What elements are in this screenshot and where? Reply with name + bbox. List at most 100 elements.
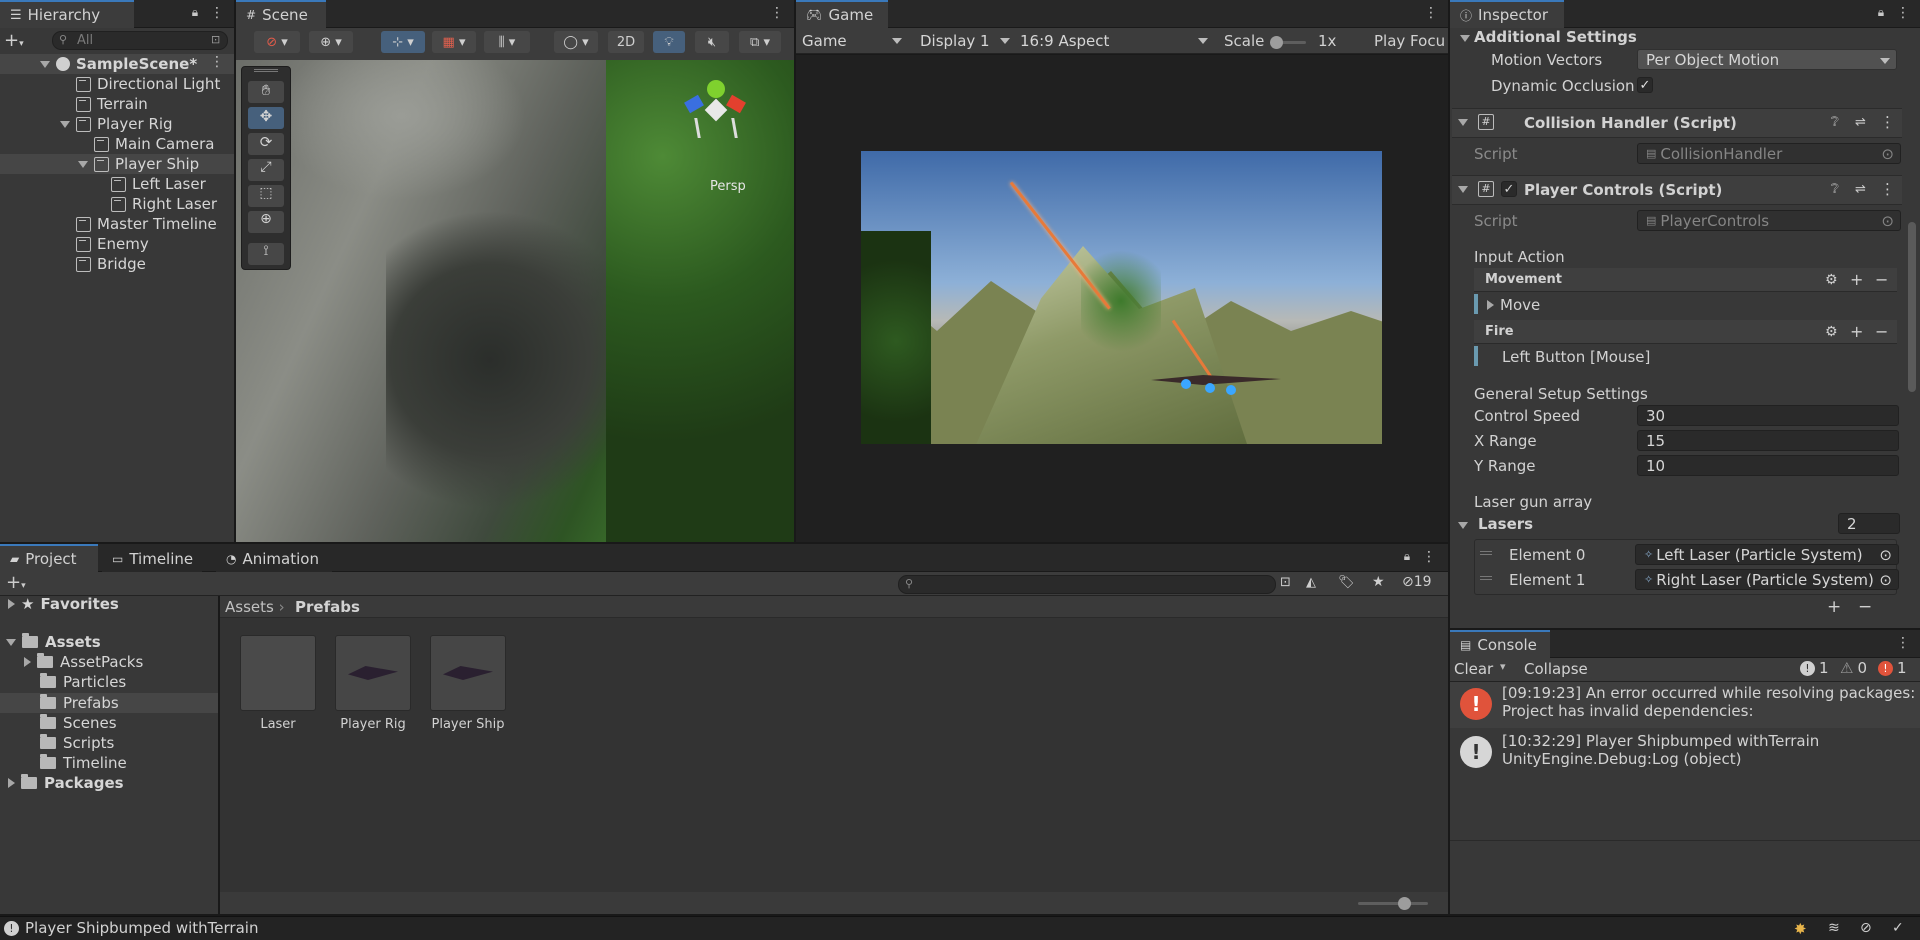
prefab-player-ship[interactable]: Player Ship	[429, 635, 507, 732]
debug-icon[interactable]: ⊘	[1860, 920, 1872, 936]
expand-icon[interactable]	[1458, 186, 1468, 193]
folder-prefabs[interactable]: Prefabs	[40, 693, 119, 713]
hierarchy-item-bridge[interactable]: Bridge	[76, 254, 146, 274]
scale-slider[interactable]	[1270, 36, 1306, 49]
folder-assetpacks[interactable]: AssetPacks	[24, 652, 143, 672]
rotate-tool-icon[interactable]: ⟳	[248, 133, 284, 155]
pivot-button[interactable]: ⊹ ▾	[381, 31, 425, 53]
move-binding[interactable]: Move	[1487, 296, 1540, 314]
search-scope-icon[interactable]: ⊡	[1280, 575, 1291, 590]
assets-folder[interactable]: Assets	[6, 632, 101, 652]
transform-tool-icon[interactable]: ⊕	[248, 211, 284, 233]
expand-icon[interactable]	[8, 599, 15, 609]
log-count-toggle[interactable]: ! 1	[1800, 659, 1829, 677]
element1-field[interactable]: ✧ Right Laser (Particle System) ⊙	[1635, 569, 1899, 590]
global-local-button[interactable]: ⊕ ▾	[309, 31, 353, 53]
custom-tool-icon[interactable]: ⟟	[248, 243, 284, 265]
snap-button[interactable]: ▦ ▾	[432, 31, 476, 53]
add-binding-icon[interactable]: +	[1850, 270, 1863, 289]
dynamic-occlusion-checkbox[interactable]: ✓	[1637, 77, 1653, 93]
add-element-icon[interactable]: +	[1827, 597, 1841, 617]
more-menu-icon[interactable]: ⋮	[210, 5, 224, 23]
component-menu-icon[interactable]: ⋮	[1880, 113, 1895, 131]
tab-console[interactable]: ▤ Console	[1450, 630, 1550, 658]
filter-by-type-icon[interactable]: ◭	[1306, 575, 1316, 590]
drag-handle-icon[interactable]	[254, 69, 278, 72]
tab-game[interactable]: 🎮︎ Game	[796, 0, 888, 28]
aspect-select[interactable]: 16:9 Aspect	[1014, 30, 1214, 52]
filter-icon[interactable]: ⊡	[211, 33, 220, 46]
rect-tool-icon[interactable]: ⬚	[248, 185, 284, 207]
preset-icon[interactable]: ⇌	[1855, 182, 1866, 197]
perspective-label[interactable]: Persp	[710, 179, 746, 194]
audio-toggle[interactable]: 🔇︎	[695, 31, 729, 53]
effects-toggle[interactable]: ⧉ ▾	[739, 31, 781, 53]
expand-icon[interactable]	[6, 638, 16, 646]
console-more-icon[interactable]: ⋮	[1896, 635, 1910, 653]
prefab-laser[interactable]: Laser	[239, 635, 317, 732]
play-focus-select[interactable]: Play Focu	[1374, 32, 1448, 50]
folder-particles[interactable]: Particles	[40, 672, 126, 692]
remove-binding-icon[interactable]: −	[1875, 270, 1888, 289]
object-picker-icon[interactable]: ⊙	[1879, 546, 1892, 564]
expand-icon[interactable]	[8, 778, 15, 788]
inspector-lock-icon[interactable]: 🔒︎	[1874, 5, 1888, 23]
collapse-button[interactable]: Collapse	[1524, 660, 1588, 678]
y-range-input[interactable]: 10	[1637, 455, 1899, 476]
tab-project[interactable]: ▰ Project	[0, 544, 98, 572]
console-detail-area[interactable]	[1450, 840, 1920, 914]
tab-timeline[interactable]: ▭ Timeline	[102, 544, 202, 572]
folder-scenes[interactable]: Scenes	[40, 713, 117, 733]
gizmo-z-axis[interactable]	[684, 94, 704, 114]
hidden-packages-icon[interactable]: ⊘19	[1402, 574, 1432, 590]
folder-timeline[interactable]: Timeline	[40, 753, 127, 773]
element0-field[interactable]: ✧ Left Laser (Particle System) ⊙	[1635, 544, 1899, 565]
gear-icon[interactable]: ⚙	[1825, 272, 1838, 288]
expand-icon[interactable]	[24, 657, 31, 667]
hierarchy-item-directional-light[interactable]: Directional Light	[76, 74, 220, 94]
expand-icon[interactable]	[1458, 119, 1468, 126]
gizmo-y-axis[interactable]	[707, 80, 725, 98]
expand-icon[interactable]	[78, 160, 88, 168]
increment-snap-button[interactable]: ⫼ ▾	[484, 31, 530, 53]
gizmo-x-axis[interactable]	[726, 94, 746, 114]
lasers-size-input[interactable]: 2	[1838, 513, 1900, 534]
game-render[interactable]	[861, 151, 1382, 444]
expand-icon[interactable]	[40, 60, 50, 68]
cache-server-icon[interactable]: ✓	[1892, 920, 1904, 936]
control-speed-input[interactable]: 30	[1637, 405, 1899, 426]
tab-hierarchy[interactable]: ☰ Hierarchy	[0, 0, 134, 28]
create-asset-icon[interactable]: +▾	[6, 572, 26, 593]
fire-binding[interactable]: Left Button [Mouse]	[1502, 348, 1650, 366]
inspector-more-icon[interactable]: ⋮	[1896, 5, 1910, 23]
drag-handle-icon[interactable]	[1480, 551, 1492, 555]
hierarchy-item-player-rig[interactable]: Player Rig	[60, 114, 173, 134]
add-binding-icon[interactable]: +	[1850, 322, 1863, 341]
console-entry-error[interactable]: ! [09:19:23] An error occurred while res…	[1452, 684, 1920, 720]
drag-handle-icon[interactable]	[1480, 576, 1492, 580]
component-menu-icon[interactable]: ⋮	[1880, 180, 1895, 198]
gear-icon[interactable]: ⚙	[1825, 324, 1838, 340]
help-icon[interactable]: ❔︎	[1831, 115, 1839, 130]
hierarchy-item-samplescene[interactable]: SampleScene*	[40, 54, 197, 74]
filter-by-label-icon[interactable]: 🏷︎	[1338, 575, 1355, 590]
project-lock-icon[interactable]: 🔒︎	[1400, 549, 1414, 567]
layers-icon[interactable]: ≋	[1828, 920, 1840, 936]
scene-menu-icon[interactable]: ⋮	[210, 54, 224, 72]
favorite-icon[interactable]: ★	[1372, 574, 1385, 590]
breadcrumb-assets[interactable]: Assets ›	[225, 598, 285, 616]
inspector-scrollbar[interactable]	[1908, 222, 1916, 392]
tab-animation[interactable]: ◔ Animation	[216, 544, 332, 572]
tab-scene[interactable]: # Scene	[236, 0, 326, 28]
tab-inspector[interactable]: ⓘ Inspector	[1450, 0, 1564, 28]
additional-settings-header[interactable]: Additional Settings	[1460, 28, 1637, 46]
slider-thumb[interactable]	[1398, 897, 1411, 910]
lasers-foldout[interactable]: Lasers	[1458, 515, 1533, 533]
project-search-input[interactable]: ⚲	[898, 575, 1276, 594]
scale-slider-thumb[interactable]	[1270, 36, 1283, 49]
game-more-icon[interactable]: ⋮	[1424, 5, 1438, 23]
progress-icon[interactable]: ✸	[1794, 920, 1807, 938]
hand-tool-icon[interactable]: ✋︎	[248, 81, 284, 103]
prefab-player-rig[interactable]: Player Rig	[334, 635, 412, 732]
motion-vectors-select[interactable]: Per Object Motion	[1637, 49, 1897, 70]
